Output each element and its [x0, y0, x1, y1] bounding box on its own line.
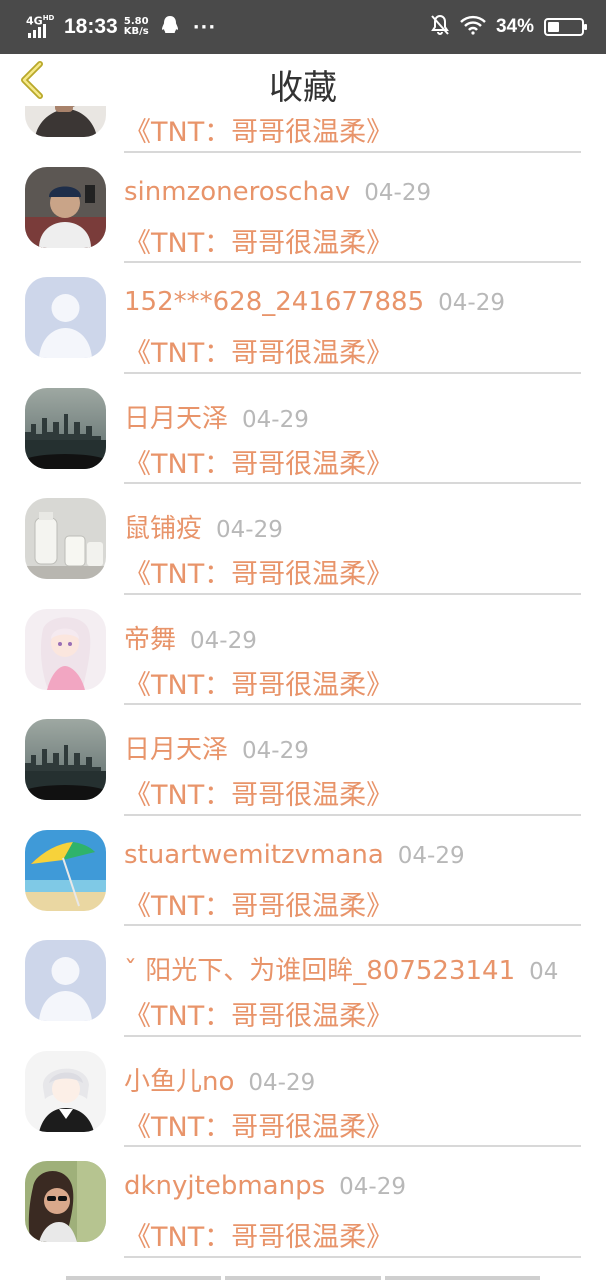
user-name[interactable]: 小鱼儿no: [124, 1067, 234, 1097]
favorite-date: 04-29: [364, 179, 432, 206]
favorite-date: 04: [529, 959, 559, 985]
favorite-date: 04-29: [397, 842, 465, 869]
wifi-icon: [460, 15, 486, 39]
favorite-date: 04-29: [248, 1069, 316, 1096]
avatar[interactable]: [25, 1050, 106, 1132]
more-notifications-icon: ···: [192, 16, 217, 38]
avatar[interactable]: [25, 166, 106, 248]
user-name[interactable]: 帝舞: [124, 625, 176, 655]
list-item[interactable]: dknyjtebmanps 04-29 《TNT：哥哥很温柔》: [0, 1147, 606, 1258]
notifications-off-icon: [430, 14, 450, 40]
avatar[interactable]: [25, 1161, 106, 1242]
qq-penguin-icon: [161, 15, 179, 39]
favorite-date: 04-29: [339, 1174, 406, 1200]
book-title[interactable]: 《TNT：哥哥很温柔》: [124, 663, 393, 702]
divider: [124, 1255, 581, 1258]
avatar[interactable]: [25, 277, 106, 358]
user-name[interactable]: 152***628_241677885: [124, 287, 424, 317]
list-item[interactable]: 日月天泽 04-29 《TNT：哥哥很温柔》: [0, 705, 606, 816]
nav-bar: 收藏: [0, 54, 606, 108]
favorite-date: 04-29: [216, 517, 283, 543]
list-item[interactable]: ˇ 阳光下、为谁回眸_807523141 04 《TNT：哥哥很温柔》: [0, 926, 606, 1037]
book-title[interactable]: 《TNT：哥哥很温柔》: [124, 773, 393, 812]
list-item[interactable]: 鼠铺疫 04-29 《TNT：哥哥很温柔》: [0, 484, 606, 595]
book-title[interactable]: 《TNT：哥哥很温柔》: [124, 552, 393, 591]
network-speed: 5.80 KB/s: [123, 16, 149, 37]
user-name[interactable]: dknyjtebmanps: [124, 1171, 325, 1201]
avatar[interactable]: [25, 940, 106, 1021]
list-item[interactable]: 小鱼儿no 04-29 《TNT：哥哥很温柔》: [0, 1037, 606, 1147]
avatar[interactable]: [25, 719, 106, 800]
book-title[interactable]: 《TNT：哥哥很温柔》: [124, 442, 393, 481]
status-time: 18:33: [64, 15, 118, 38]
book-title[interactable]: 《TNT：哥哥很温柔》: [124, 331, 393, 370]
list-item[interactable]: 帝舞 04-29 《TNT：哥哥很温柔》: [0, 595, 606, 705]
page-title: 收藏: [269, 68, 337, 108]
favorite-date: 04-29: [242, 738, 309, 764]
status-bar: 4GHD 18:33 5.80 KB/s ··· 34%: [0, 0, 606, 54]
favorite-date: 04-29: [242, 406, 309, 433]
user-name[interactable]: 鼠铺疫: [124, 514, 202, 544]
user-name[interactable]: stuartwemitzvmana: [124, 840, 384, 870]
book-title[interactable]: 《TNT：哥哥很温柔》: [124, 221, 393, 260]
book-title[interactable]: 《TNT：哥哥很温柔》: [124, 1105, 393, 1144]
cellular-signal-icon: 4GHD: [26, 14, 56, 40]
list-item[interactable]: sinmzoneroschav 04-29 《TNT：哥哥很温柔》: [0, 153, 606, 263]
battery-percent: 34%: [495, 16, 534, 37]
avatar[interactable]: [25, 829, 106, 911]
avatar[interactable]: [25, 608, 106, 690]
favorites-list[interactable]: caviankelein04-29《TNT：哥哥很温柔》sinmzonerosc…: [0, 56, 606, 1280]
avatar[interactable]: [25, 498, 106, 579]
list-item[interactable]: 152***628_241677885 04-29 《TNT：哥哥很温柔》: [0, 263, 606, 374]
user-name[interactable]: 日月天泽: [124, 404, 228, 434]
list-item[interactable]: 日月天泽 04-29 《TNT：哥哥很温柔》: [0, 374, 606, 484]
list-item[interactable]: stuartwemitzvmana 04-29 《TNT：哥哥很温柔》: [0, 816, 606, 926]
book-title[interactable]: 《TNT：哥哥很温柔》: [124, 110, 393, 149]
user-name[interactable]: ˇ 阳光下、为谁回眸_807523141: [124, 956, 515, 986]
book-title[interactable]: 《TNT：哥哥很温柔》: [124, 884, 393, 923]
battery-icon: [544, 18, 587, 36]
book-title[interactable]: 《TNT：哥哥很温柔》: [124, 994, 393, 1033]
user-name[interactable]: 日月天泽: [124, 735, 228, 765]
scroll-indicator: [66, 1276, 540, 1280]
favorite-date: 04-29: [438, 290, 505, 316]
avatar[interactable]: [25, 387, 106, 469]
user-name[interactable]: sinmzoneroschav: [124, 177, 350, 207]
book-title[interactable]: 《TNT：哥哥很温柔》: [124, 1215, 393, 1254]
favorite-date: 04-29: [190, 627, 257, 654]
